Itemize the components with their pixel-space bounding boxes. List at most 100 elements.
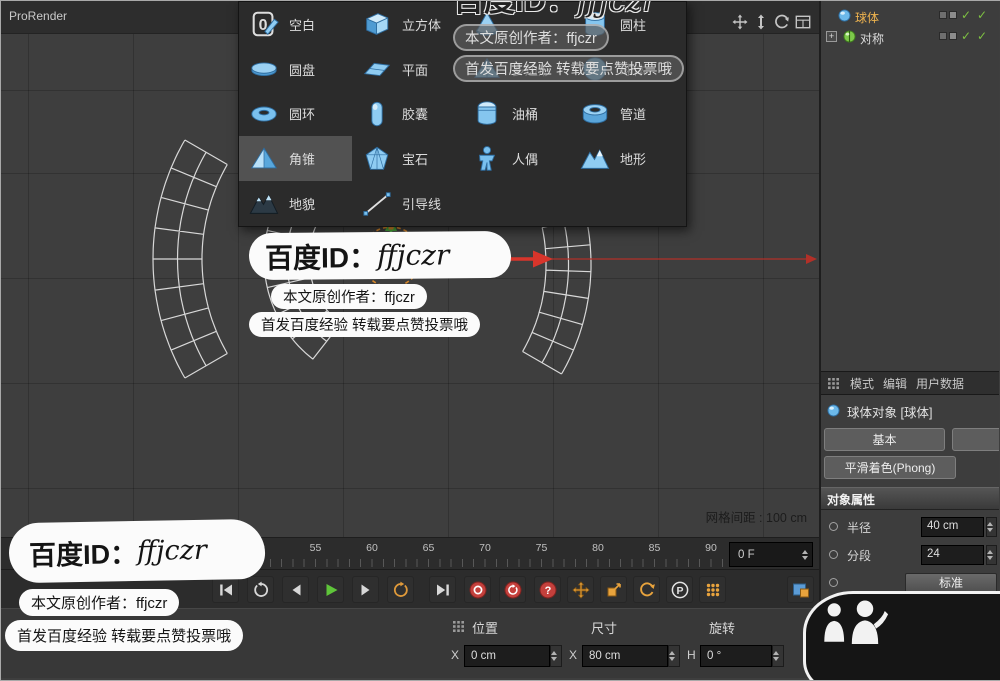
landscape-icon [247, 189, 281, 219]
menu-item-sphere[interactable]: 球体 [570, 47, 686, 92]
btn-keyframe-selection[interactable] [787, 576, 814, 603]
menu-item-label: 平面 [402, 62, 429, 78]
timeline-frame-60[interactable]: 60 [360, 542, 384, 554]
timeline-frame-65[interactable]: 65 [417, 542, 441, 554]
btn-play[interactable] [317, 576, 344, 603]
menu-item-null[interactable]: 0 空白 [239, 2, 352, 47]
dolly-icon[interactable] [753, 14, 769, 30]
menu-item-guide[interactable]: 引导线 [352, 181, 462, 226]
btn-key-parameter[interactable]: P [666, 576, 693, 603]
current-frame-field[interactable]: 0 F [729, 542, 813, 567]
enabled-check-icon[interactable]: ✓ [961, 8, 971, 22]
terrain-icon [578, 144, 612, 174]
tab-userdata[interactable]: 用户数据 [916, 375, 964, 392]
timeline-frame-55[interactable]: 55 [304, 542, 328, 554]
timeline-frame-40[interactable]: 40 [134, 542, 158, 554]
timeline-frame-50[interactable]: 50 [247, 542, 271, 554]
menu-item-gem[interactable]: 宝石 [352, 136, 462, 181]
pan-icon[interactable] [732, 14, 748, 30]
btn-key-rotation[interactable] [633, 576, 660, 603]
timeline-frame-90[interactable]: 90 [699, 542, 723, 554]
menu-item-prorender[interactable]: ProRender [9, 9, 67, 23]
timeline-frame-85[interactable]: 85 [643, 542, 667, 554]
btn-record-help[interactable]: ? [534, 576, 561, 603]
menu-item-figure[interactable]: 人偶 [462, 136, 570, 181]
orbit-icon[interactable] [774, 14, 790, 30]
btn-play-reverse-loop[interactable] [247, 576, 274, 603]
btn-record-autokey[interactable] [499, 576, 526, 603]
property-value-field[interactable]: 40 cm [921, 517, 984, 537]
coord-stepper[interactable] [772, 645, 784, 667]
keyframe-dot-icon[interactable] [829, 550, 838, 559]
btn-goto-start[interactable] [212, 576, 239, 603]
menu-item-cylinder[interactable]: 圆柱 [570, 2, 686, 47]
tab-edit[interactable]: 编辑 [883, 375, 907, 392]
menu-item-pyramid[interactable]: 角锥 [239, 136, 352, 182]
btn-record-keyframe[interactable] [464, 576, 491, 603]
layer-toggle[interactable] [949, 11, 957, 19]
expander-icon[interactable]: + [826, 31, 837, 42]
coord-stepper[interactable] [668, 645, 680, 667]
gizmo-handle-left[interactable] [358, 254, 364, 260]
gizmo-handle-bottom[interactable] [388, 284, 394, 290]
property-stepper[interactable] [986, 545, 997, 565]
object-item-om-symmetry[interactable]: + 对称 ✓ ✓ [821, 27, 999, 47]
svg-text:?: ? [544, 585, 551, 597]
object-label: 球体 [855, 11, 880, 25]
wireframe-arc-object[interactable] [152, 139, 228, 379]
object-item-om-sphere[interactable]: 球体 ✓ ✓ [821, 6, 999, 26]
btn-play-loop[interactable] [387, 576, 414, 603]
object-origin-point[interactable] [387, 255, 395, 263]
btn-goto-end[interactable] [429, 576, 456, 603]
menu-item-terrain[interactable]: 地形 [570, 136, 686, 181]
enabled-check-icon[interactable]: ✓ [977, 29, 987, 43]
timeline-frame-45[interactable]: 45 [191, 542, 215, 554]
property-row-0: 半径 40 cm [821, 513, 999, 541]
btn-key-position[interactable] [567, 576, 594, 603]
menu-item-cone[interactable] [462, 2, 570, 47]
tab-mode[interactable]: 模式 [850, 375, 874, 392]
chip-partial[interactable] [952, 428, 999, 451]
menu-item-plane[interactable]: 平面 [352, 47, 462, 92]
sphere-icon [578, 54, 612, 84]
axis-x-arrowhead[interactable] [533, 250, 553, 268]
layer-toggle[interactable] [939, 11, 947, 19]
btn-key-pla[interactable] [699, 576, 726, 603]
menu-item-torus[interactable]: 圆环 [239, 92, 352, 137]
wireframe-arc-object[interactable] [522, 217, 592, 375]
enabled-check-icon[interactable]: ✓ [961, 29, 971, 43]
timeline-frame-70[interactable]: 70 [473, 542, 497, 554]
btn-key-scale[interactable] [600, 576, 627, 603]
menu-item-landscape[interactable]: 地貌 [239, 181, 352, 226]
property-stepper[interactable] [986, 517, 997, 537]
btn-next-frame[interactable] [352, 576, 379, 603]
cone-icon [470, 9, 504, 39]
timeline-frame-75[interactable]: 75 [530, 542, 554, 554]
keyframe-dot-icon[interactable] [829, 522, 838, 531]
gizmo-handle-right[interactable] [418, 254, 424, 260]
property-value-field[interactable]: 24 [921, 545, 984, 565]
menu-item-tube[interactable]: 管道 [570, 92, 686, 137]
view-toggle-icon[interactable] [795, 14, 811, 30]
layer-toggle[interactable] [949, 32, 957, 40]
coord-value-field[interactable]: 80 cm [582, 645, 668, 667]
chip-phong[interactable]: 平滑着色(Phong) [824, 456, 956, 479]
coord-stepper[interactable] [550, 645, 562, 667]
coord-value-field[interactable]: 0 ° [700, 645, 772, 667]
menu-item-capsule[interactable]: 胶囊 [352, 92, 462, 137]
menu-item-polygon[interactable]: 多边形 [462, 47, 570, 92]
menu-item-cube[interactable]: 立方体 [352, 2, 462, 47]
panel-grid-icon [827, 377, 841, 389]
chip-basic[interactable]: 基本 [824, 428, 945, 451]
timeline-frame-80[interactable]: 80 [586, 542, 610, 554]
layer-toggle[interactable] [939, 32, 947, 40]
frame-stepper[interactable] [802, 549, 808, 560]
menu-item-disc[interactable]: 圆盘 [239, 47, 352, 92]
menu-item-oiltank[interactable]: 油桶 [462, 92, 570, 137]
menu-cell-empty [462, 181, 570, 226]
keyframe-dot-icon[interactable] [829, 578, 838, 587]
enabled-check-icon[interactable]: ✓ [977, 8, 987, 22]
btn-prev-frame[interactable] [282, 576, 309, 603]
timeline-ruler[interactable]: 40 45 50 55 60 65 70 75 80 85 90 0 F [1, 537, 819, 569]
coord-value-field[interactable]: 0 cm [464, 645, 550, 667]
